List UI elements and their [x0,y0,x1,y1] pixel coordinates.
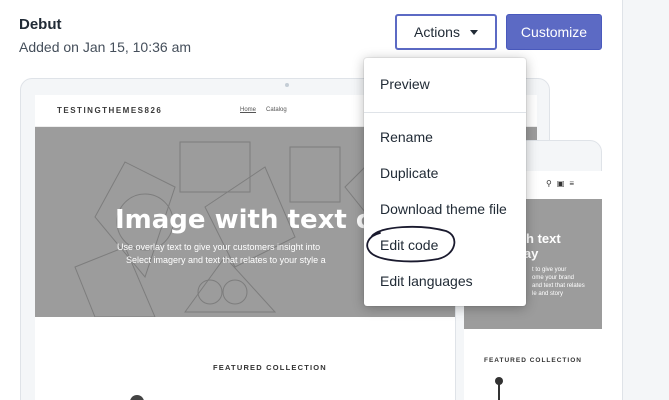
actions-button[interactable]: Actions [395,14,497,50]
preview-hero-sub-line-1: Use overlay text to give your customers … [117,242,321,252]
actions-dropdown-menu: Preview Rename Duplicate Download theme … [364,58,526,306]
search-icon: ⚲ [546,179,552,188]
mobile-preview-product-thumb [495,377,503,400]
menu-item-download-theme-file[interactable]: Download theme file [364,192,526,226]
preview-nav-home: Home [240,107,257,113]
theme-title: Debut [19,16,62,33]
menu-item-edit-languages[interactable]: Edit languages [364,264,526,298]
caret-down-icon [469,29,478,35]
mobile-hero-sub-line-3: and text that relates [532,283,585,289]
menu-divider [364,112,526,113]
customize-button[interactable]: Customize [506,14,602,50]
theme-added-date: Added on Jan 15, 10:36 am [19,39,192,55]
mobile-preview-featured-heading: FEATURED COLLECTION [484,357,582,364]
right-panel-strip [622,0,669,400]
mobile-hero-sub-line-2: ome your brand [532,275,575,281]
mobile-hero-sub-line-1: t to give your [532,267,567,273]
menu-item-preview[interactable]: Preview [364,67,526,101]
preview-hero-subtitle: Use overlay text to give your customers … [117,241,326,267]
preview-product-thumb [130,395,144,400]
preview-hero-sub-line-2: Select imagery and text that relates to … [126,255,326,265]
menu-icon: ≡ [569,179,575,188]
menu-item-duplicate[interactable]: Duplicate [364,156,526,190]
preview-nav-links: Home Catalog [240,107,287,113]
mobile-preview-hero-subtitle: t to give your ome your brand and text t… [532,266,585,298]
camera-dot-icon [285,83,289,87]
mobile-hero-sub-line-4: le and story [532,291,564,297]
preview-site-logo: TESTINGTHEMES826 [57,106,163,115]
menu-item-edit-code[interactable]: Edit code [364,228,526,262]
bag-icon: ▣ [556,179,565,188]
mobile-nav-icons: ⚲ ▣ ≡ [546,179,574,188]
menu-item-rename[interactable]: Rename [364,120,526,154]
preview-nav-catalog: Catalog [266,107,287,113]
preview-featured-heading: FEATURED COLLECTION [213,363,327,372]
actions-button-label: Actions [414,24,460,40]
